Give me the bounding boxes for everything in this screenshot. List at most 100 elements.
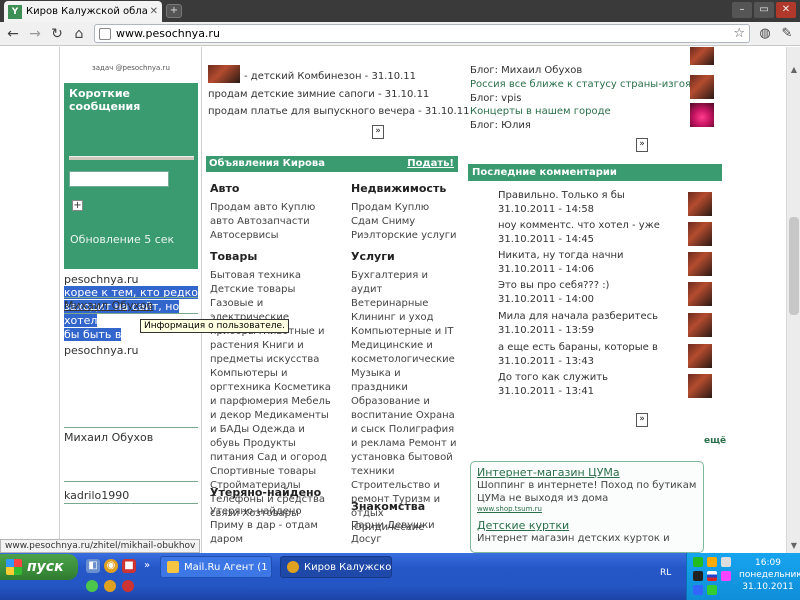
avatar[interactable] — [688, 282, 712, 306]
news-item[interactable]: - детский Комбинезон - 31.10.11 — [244, 71, 416, 82]
volume-icon[interactable] — [721, 557, 731, 567]
add-message-icon[interactable]: + — [72, 200, 83, 211]
tray-icon[interactable] — [693, 571, 703, 581]
post-ad-link[interactable]: Подать! — [407, 156, 454, 172]
reload-icon[interactable]: ↻ — [48, 25, 66, 43]
category-title[interactable]: Недвижимость — [351, 182, 457, 195]
scroll-thumb[interactable] — [789, 217, 799, 315]
comment-item[interactable]: Это вы про себя??? :) 31.10.2011 - 14:00 — [498, 280, 718, 308]
app-quicklaunch-icon[interactable] — [122, 580, 134, 592]
bookmark-star-icon[interactable]: ☆ — [733, 26, 745, 41]
message-author[interactable]: kadrilo1990 — [64, 489, 129, 502]
wrench-icon[interactable]: ✎ — [778, 25, 796, 43]
page-icon — [99, 27, 111, 40]
category-title[interactable]: Услуги — [351, 250, 457, 263]
comment-item[interactable]: Правильно. Только я бы 31.10.2011 - 14:5… — [498, 190, 718, 218]
message-author[interactable]: pesochnya.ru — [64, 273, 138, 286]
message-author[interactable]: Михаил Обухов — [64, 431, 153, 444]
comment-item[interactable]: Мила для начала разберитесь 31.10.2011 -… — [498, 311, 718, 339]
blog-post-link[interactable]: Россия все ближе к статусу страны-изгоя — [470, 79, 691, 90]
news-item[interactable]: продам детские зимние сапоги - 31.10.11 — [208, 89, 429, 100]
comment-item[interactable]: а еще есть бараны, которые в 31.10.2011 … — [498, 342, 718, 370]
start-button[interactable]: пуск — [0, 554, 78, 580]
comment-text[interactable]: До того как служить — [498, 372, 608, 383]
scroll-up-icon[interactable]: ▲ — [788, 63, 800, 77]
comment-text[interactable]: Это вы про себя??? :) — [498, 280, 609, 291]
avatar[interactable] — [688, 252, 712, 276]
close-tab-icon[interactable]: ✕ — [150, 6, 158, 17]
minimize-icon[interactable]: – — [732, 2, 752, 18]
avatar[interactable] — [688, 313, 712, 337]
category-links[interactable]: Бытовая техника Детские товары Газовые и… — [210, 269, 334, 521]
back-icon[interactable]: ← — [4, 25, 22, 43]
close-window-icon[interactable]: ✕ — [776, 2, 796, 18]
category-links[interactable]: Бухгалтерия и аудит Ветеринарные Клининг… — [351, 269, 457, 535]
taskbar-button-mail-agent[interactable]: Mail.Ru Агент (1 вкл... — [160, 556, 272, 578]
comment-text[interactable]: ноу комментс. что хотел - уже — [498, 220, 660, 231]
tray-icon[interactable] — [693, 557, 703, 567]
ads-header: Объявления Кирова Подать! — [206, 156, 458, 172]
ads-title: Объявления Кирова — [209, 158, 325, 169]
comment-text[interactable]: Правильно. Только я бы — [498, 190, 625, 201]
scroll-down-icon[interactable]: ▼ — [788, 539, 800, 553]
home-icon[interactable]: ⌂ — [70, 25, 88, 43]
address-url: www.pesochnya.ru — [116, 27, 220, 40]
more-quicklaunch-icon[interactable]: » — [140, 559, 154, 573]
comment-item[interactable]: ноу комментс. что хотел - уже 31.10.2011… — [498, 220, 718, 248]
category-title[interactable]: Знакомства — [351, 500, 457, 513]
category-links[interactable]: Продам авто Куплю авто Автозапчасти Авто… — [210, 201, 332, 243]
tray-icon[interactable] — [721, 571, 731, 581]
avatar[interactable] — [690, 103, 714, 127]
avatar[interactable] — [688, 222, 712, 246]
news-item[interactable]: продам платье для выпускного вечера - 31… — [208, 106, 469, 117]
avatar[interactable] — [688, 344, 712, 368]
category-links[interactable]: Парни Девушки Досуг — [351, 519, 457, 547]
globe-icon[interactable]: ◍ — [756, 25, 774, 43]
show-desktop-icon[interactable]: ◧ — [86, 559, 100, 573]
comment-text[interactable]: Мила для начала разберитесь — [498, 311, 658, 322]
tray-icon[interactable] — [707, 557, 717, 567]
avatar[interactable] — [688, 192, 712, 216]
tray-icon[interactable] — [693, 585, 703, 595]
browser-tab[interactable]: Y Киров Калужской области го ✕ — [4, 1, 162, 22]
next-page-button[interactable]: » — [636, 413, 648, 427]
chrome-quicklaunch-icon[interactable] — [104, 580, 116, 592]
language-indicator[interactable]: RL — [660, 568, 671, 578]
forward-icon[interactable]: → — [26, 25, 44, 43]
avatar[interactable] — [688, 374, 712, 398]
more-comments-link[interactable]: ещё — [704, 436, 726, 446]
category-title[interactable]: Утеряно-найдено — [210, 486, 334, 499]
blog-post-link[interactable]: Концерты в нашем городе — [470, 106, 611, 117]
maximize-icon[interactable]: ▭ — [754, 2, 774, 18]
category-links[interactable]: Утеряно-найдено Приму в дар - отдам даро… — [210, 505, 334, 547]
page-scrollbar[interactable]: ▲ ▼ — [786, 47, 800, 553]
message-author[interactable]: pesochnya.ru — [64, 344, 138, 357]
ad-title[interactable]: Детские куртки — [477, 519, 697, 532]
comment-text[interactable]: а еще есть бараны, которые в — [498, 342, 658, 353]
ad-title[interactable]: Интернет-магазин ЦУМа — [477, 466, 697, 479]
message-input[interactable] — [69, 171, 169, 187]
comment-text[interactable]: Никита, ну тогда начни — [498, 250, 624, 261]
system-clock[interactable]: 16:09 понедельник 31.10.2011 — [739, 557, 800, 593]
avatar[interactable] — [690, 47, 714, 65]
app-quicklaunch-icon[interactable]: ■ — [122, 559, 136, 573]
next-page-button[interactable]: » — [636, 138, 648, 152]
avatar[interactable] — [690, 75, 714, 99]
taskbar-button-browser[interactable]: Киров Калужской о... — [280, 556, 392, 578]
comment-item[interactable]: До того как служить 31.10.2011 - 13:41 — [498, 372, 718, 400]
chrome-quicklaunch-icon[interactable]: ◉ — [104, 559, 118, 573]
category-links[interactable]: Продам Куплю Сдам Сниму Риэлторские услу… — [351, 201, 457, 243]
flag-icon[interactable] — [707, 571, 717, 581]
category-title[interactable]: Товары — [210, 250, 334, 263]
middle-column: - детский Комбинезон - 31.10.11 продам д… — [206, 47, 469, 553]
ad-url[interactable]: www.shop.tsum.ru — [477, 505, 697, 513]
tray-icon[interactable] — [707, 585, 717, 595]
next-page-button[interactable]: » — [372, 125, 384, 139]
new-tab-button[interactable]: + — [166, 4, 182, 18]
category-goods: Товары Бытовая техника Детские товары Га… — [210, 250, 334, 521]
message-author[interactable]: Михаил Обухов — [64, 299, 153, 312]
comment-item[interactable]: Никита, ну тогда начни 31.10.2011 - 14:0… — [498, 250, 718, 278]
agent-quicklaunch-icon[interactable] — [86, 580, 98, 592]
address-bar[interactable]: www.pesochnya.ru ☆ — [94, 24, 750, 43]
category-title[interactable]: Авто — [210, 182, 332, 195]
